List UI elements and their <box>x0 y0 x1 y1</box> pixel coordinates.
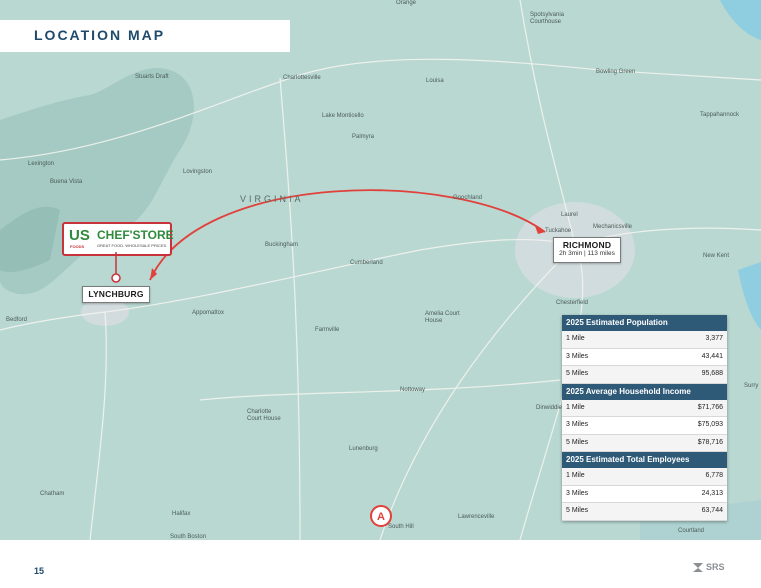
row-label: 3 Miles <box>566 352 589 360</box>
row-value: 95,688 <box>701 370 723 377</box>
map[interactable]: A LOCATION MAP Orange Spotsylvania Courth… <box>0 0 761 540</box>
table-row: 1 Mile 6,778 <box>562 468 727 486</box>
place-label-surry: Surry <box>744 383 759 389</box>
employees-heading: 2025 Estimated Total Employees <box>562 452 727 468</box>
footer <box>0 540 761 588</box>
place-label-south-hill: South Hill <box>388 524 414 530</box>
place-label-appomattox: Appomattox <box>192 310 225 316</box>
table-row: 1 Mile 3,377 <box>562 331 727 349</box>
place-label-dinwiddie: Dinwiddie <box>536 405 563 411</box>
place-label-chesterfield: Chesterfield <box>556 300 589 306</box>
place-label-louisa: Louisa <box>426 78 444 84</box>
richmond-distance: 2h 3min | 113 miles <box>559 250 615 257</box>
table-row: 3 Miles $75,093 <box>562 417 727 435</box>
lynchburg-label: LYNCHBURG <box>88 289 144 299</box>
place-label-chatham: Chatham <box>40 491 65 497</box>
lynchburg-callout[interactable]: LYNCHBURG <box>82 286 150 303</box>
place-label-charlottesville: Charlottesville <box>283 75 321 81</box>
table-row: 3 Miles 24,313 <box>562 486 727 503</box>
logo-name: CHEF'STORE <box>97 228 174 242</box>
place-label-halifax: Halifax <box>172 511 191 517</box>
place-label-new-kent: New Kent <box>703 253 730 259</box>
page-number: 15 <box>34 566 45 576</box>
table-row: 5 Miles $78,716 <box>562 434 727 452</box>
logo-pin-icon <box>111 252 121 283</box>
row-label: 3 Miles <box>566 421 589 428</box>
row-value: $75,093 <box>697 421 723 428</box>
row-value: $71,766 <box>697 403 723 411</box>
svg-text:A: A <box>377 511 385 523</box>
chef-store-logo: US FOODS CHEF'STORE GREAT FOOD. WHOLESAL… <box>62 222 174 256</box>
header: LOCATION MAP <box>0 0 300 75</box>
place-label-farmville: Farmville <box>315 327 340 333</box>
logo-brand-sub: FOODS <box>70 244 85 249</box>
row-label: 5 Miles <box>566 507 589 514</box>
place-label-tappahannock: Tappahannock <box>700 112 740 118</box>
row-value: 43,441 <box>701 352 723 360</box>
place-label-palmyra: Palmyra <box>352 134 375 140</box>
logo-tagline: GREAT FOOD. WHOLESALE PRICES. <box>97 243 168 248</box>
row-label: 1 Mile <box>566 403 585 411</box>
row-value: 24,313 <box>701 489 723 497</box>
place-label-lunenburg: Lunenburg <box>349 446 378 452</box>
place-label-buena-vista: Buena Vista <box>50 179 83 185</box>
richmond-callout[interactable]: RICHMOND 2h 3min | 113 miles <box>553 237 621 263</box>
place-label-bedford: Bedford <box>6 317 28 323</box>
row-value: 3,377 <box>705 335 723 342</box>
place-label-cumberland: Cumberland <box>350 260 383 266</box>
brand-mark: SRS <box>706 562 725 572</box>
place-label-stuarts-draft: Stuarts Draft <box>135 74 169 80</box>
place-label-spotsylvania: Spotsylvania Courthouse <box>530 12 565 25</box>
table-row: 1 Mile $71,766 <box>562 399 727 417</box>
place-label-lake-monticello: Lake Monticello <box>322 113 364 119</box>
row-label: 5 Miles <box>566 438 589 446</box>
income-heading: 2025 Average Household Income <box>562 383 727 400</box>
richmond-label: RICHMOND <box>562 240 612 250</box>
place-label-goochland: Goochland <box>453 195 483 201</box>
place-label-virginia: VIRGINIA <box>240 194 304 204</box>
route-arc <box>149 189 546 281</box>
page-title: LOCATION MAP <box>34 27 166 43</box>
place-label-laurel: Laurel <box>561 212 578 218</box>
population-heading: 2025 Estimated Population <box>562 315 727 331</box>
place-label-nottoway: Nottoway <box>400 387 426 393</box>
place-label-charlotte: Charlotte Court House <box>247 409 281 422</box>
srs-logo-icon <box>693 563 703 572</box>
demographics-table: 2025 Estimated Population 1 Mile 3,377 3 … <box>562 315 727 521</box>
row-label: 5 Miles <box>566 370 589 377</box>
row-label: 1 Mile <box>566 335 585 342</box>
logo-brand: US <box>69 227 90 244</box>
place-label-lawrenceville: Lawrenceville <box>458 514 495 520</box>
place-label-tuckahoe: Tuckahoe <box>545 228 572 234</box>
row-value: $78,716 <box>697 438 723 446</box>
place-label-amelia: Amelia Court House <box>425 311 460 324</box>
place-label-courtland: Courtland <box>678 528 705 534</box>
table-row: 5 Miles 95,688 <box>562 366 727 384</box>
table-row: 5 Miles 63,744 <box>562 503 727 521</box>
place-label-orange: Orange <box>396 0 417 6</box>
row-value: 63,744 <box>701 507 723 514</box>
table-row: 3 Miles 43,441 <box>562 349 727 366</box>
row-label: 3 Miles <box>566 489 589 497</box>
row-label: 1 Mile <box>566 472 585 479</box>
place-label-buckingham: Buckingham <box>265 242 299 248</box>
place-label-lovingston: Lovingston <box>183 169 213 175</box>
place-label-mechanicsville: Mechanicsville <box>593 224 633 230</box>
place-label-lexington: Lexington <box>28 161 55 167</box>
row-value: 6,778 <box>705 472 723 479</box>
place-label-bowling-green: Bowling Green <box>596 69 636 75</box>
